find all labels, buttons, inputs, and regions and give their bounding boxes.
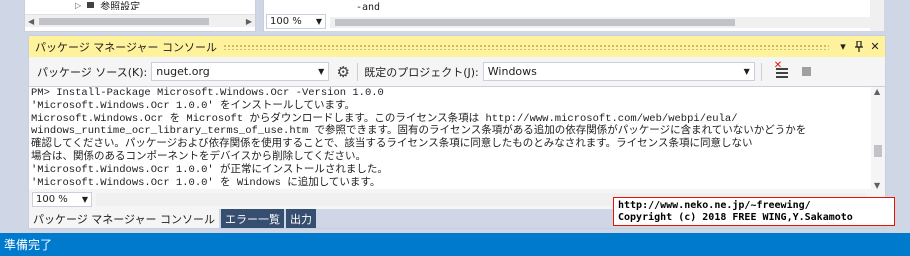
console-line: windows_runtime_ocr_library_terms_of_use… <box>31 125 807 138</box>
chevron-down-icon: ▼ <box>743 67 750 76</box>
package-source-value: nuget.org <box>156 65 210 78</box>
ide-window: ▷ 参照設定 ◀ ▶ -and 100 % ▼ パッケージ マネージャー コンソ… <box>0 0 910 256</box>
console-line: 確認してください。パッケージおよび依存関係を使用することで、該当するライセンス条… <box>31 138 753 151</box>
zoom-value: 100 % <box>270 16 302 27</box>
credit-watermark: http://www.neko.ne.jp/~freewing/ Copyrig… <box>613 197 895 226</box>
console-line: PM> Install-Package Microsoft.Windows.Oc… <box>31 87 384 99</box>
tree-item-references[interactable]: ▷ 参照設定 <box>75 0 141 11</box>
default-project-label: 既定のプロジェクト(J): <box>364 65 479 79</box>
pin-icon[interactable] <box>851 39 867 55</box>
solution-explorer-pane: ▷ 参照設定 ◀ ▶ <box>24 0 256 32</box>
scrollbar-thumb[interactable] <box>335 19 735 26</box>
expand-arrow-icon[interactable]: ▷ <box>75 1 81 10</box>
scroll-right-icon[interactable]: ▶ <box>246 15 252 28</box>
editor-vertical-scrollbar[interactable] <box>870 0 884 31</box>
scrollbar-thumb[interactable] <box>874 145 882 157</box>
pmc-toolbar: パッケージ ソース(K): nuget.org ▼ ⚙ 既定のプロジェクト(J)… <box>29 58 885 85</box>
references-icon <box>87 2 95 8</box>
title-grip <box>223 43 829 50</box>
editor-zoom-combo[interactable]: 100 % ▼ <box>266 14 326 29</box>
scroll-down-icon[interactable]: ▼ <box>874 181 880 189</box>
pmc-title: パッケージ マネージャー コンソール <box>35 40 218 54</box>
close-icon[interactable]: ✕ <box>867 39 883 55</box>
credit-copyright: Copyright (c) 2018 FREE WING,Y.Sakamoto <box>618 212 853 223</box>
status-bar: 準備完了 <box>0 233 910 256</box>
status-text: 準備完了 <box>4 238 53 252</box>
console-line: 'Microsoft.Windows.Ocr 1.0.0' をインストールしてい… <box>31 99 355 112</box>
console-vertical-scrollbar[interactable]: ▲ ▼ <box>871 87 885 189</box>
stop-icon[interactable] <box>801 67 811 76</box>
horizontal-scrollbar[interactable]: ◀ ▶ <box>25 14 255 27</box>
console-output[interactable]: PM> Install-Package Microsoft.Windows.Oc… <box>29 86 885 189</box>
clear-console-icon[interactable]: ✕ <box>774 60 792 81</box>
scrollbar-thumb[interactable] <box>39 18 209 25</box>
tab-label: パッケージ マネージャー コンソール <box>33 212 216 226</box>
chevron-down-icon: ▼ <box>318 67 325 76</box>
chevron-down-icon: ▼ <box>315 17 322 26</box>
code-fragment: -and <box>356 2 381 13</box>
chevron-down-icon: ▼ <box>81 195 88 204</box>
credit-url: http://www.neko.ne.jp/~freewing/ <box>618 200 811 211</box>
tree-item-label: 参照設定 <box>100 1 141 11</box>
side-strip <box>884 0 910 36</box>
code-editor-pane: -and 100 % ▼ <box>263 0 884 31</box>
tab-package-manager-console[interactable]: パッケージ マネージャー コンソール <box>29 209 220 228</box>
editor-horizontal-scrollbar[interactable] <box>330 17 870 28</box>
tab-output[interactable]: 出力 <box>286 209 317 228</box>
console-lines: PM> Install-Package Microsoft.Windows.Oc… <box>31 87 869 189</box>
console-line: 'Microsoft.Windows.Ocr 1.0.0' を Windows … <box>31 176 381 189</box>
console-line: 'Microsoft.Windows.Ocr 1.0.0' が正常にインストール… <box>31 163 388 176</box>
console-zoom-combo[interactable]: 100 % ▼ <box>32 192 92 207</box>
tab-label: エラー一覧 <box>225 212 281 226</box>
toolbar-separator <box>760 62 762 81</box>
window-menu-icon[interactable]: ▾ <box>835 39 851 55</box>
zoom-value: 100 % <box>36 194 68 205</box>
console-line: 場合は、関係のあるコンポーネントをデバイスから削除してください。 <box>31 150 367 163</box>
tab-label: 出力 <box>290 212 313 226</box>
tab-error-list[interactable]: エラー一覧 <box>221 209 285 228</box>
gear-icon[interactable]: ⚙ <box>333 62 353 82</box>
package-source-label: パッケージ ソース(K): <box>37 65 148 79</box>
console-line: Microsoft.Windows.Ocr を Microsoft からダウンロ… <box>31 112 738 125</box>
toolbar-separator <box>357 62 359 81</box>
pmc-title-bar[interactable]: パッケージ マネージャー コンソール ▾ ✕ <box>29 36 885 57</box>
default-project-select[interactable]: Windows ▼ <box>482 62 755 81</box>
scroll-left-icon[interactable]: ◀ <box>28 15 34 28</box>
default-project-value: Windows <box>487 65 537 78</box>
scroll-up-icon[interactable]: ▲ <box>874 87 880 96</box>
package-source-select[interactable]: nuget.org ▼ <box>151 62 330 81</box>
